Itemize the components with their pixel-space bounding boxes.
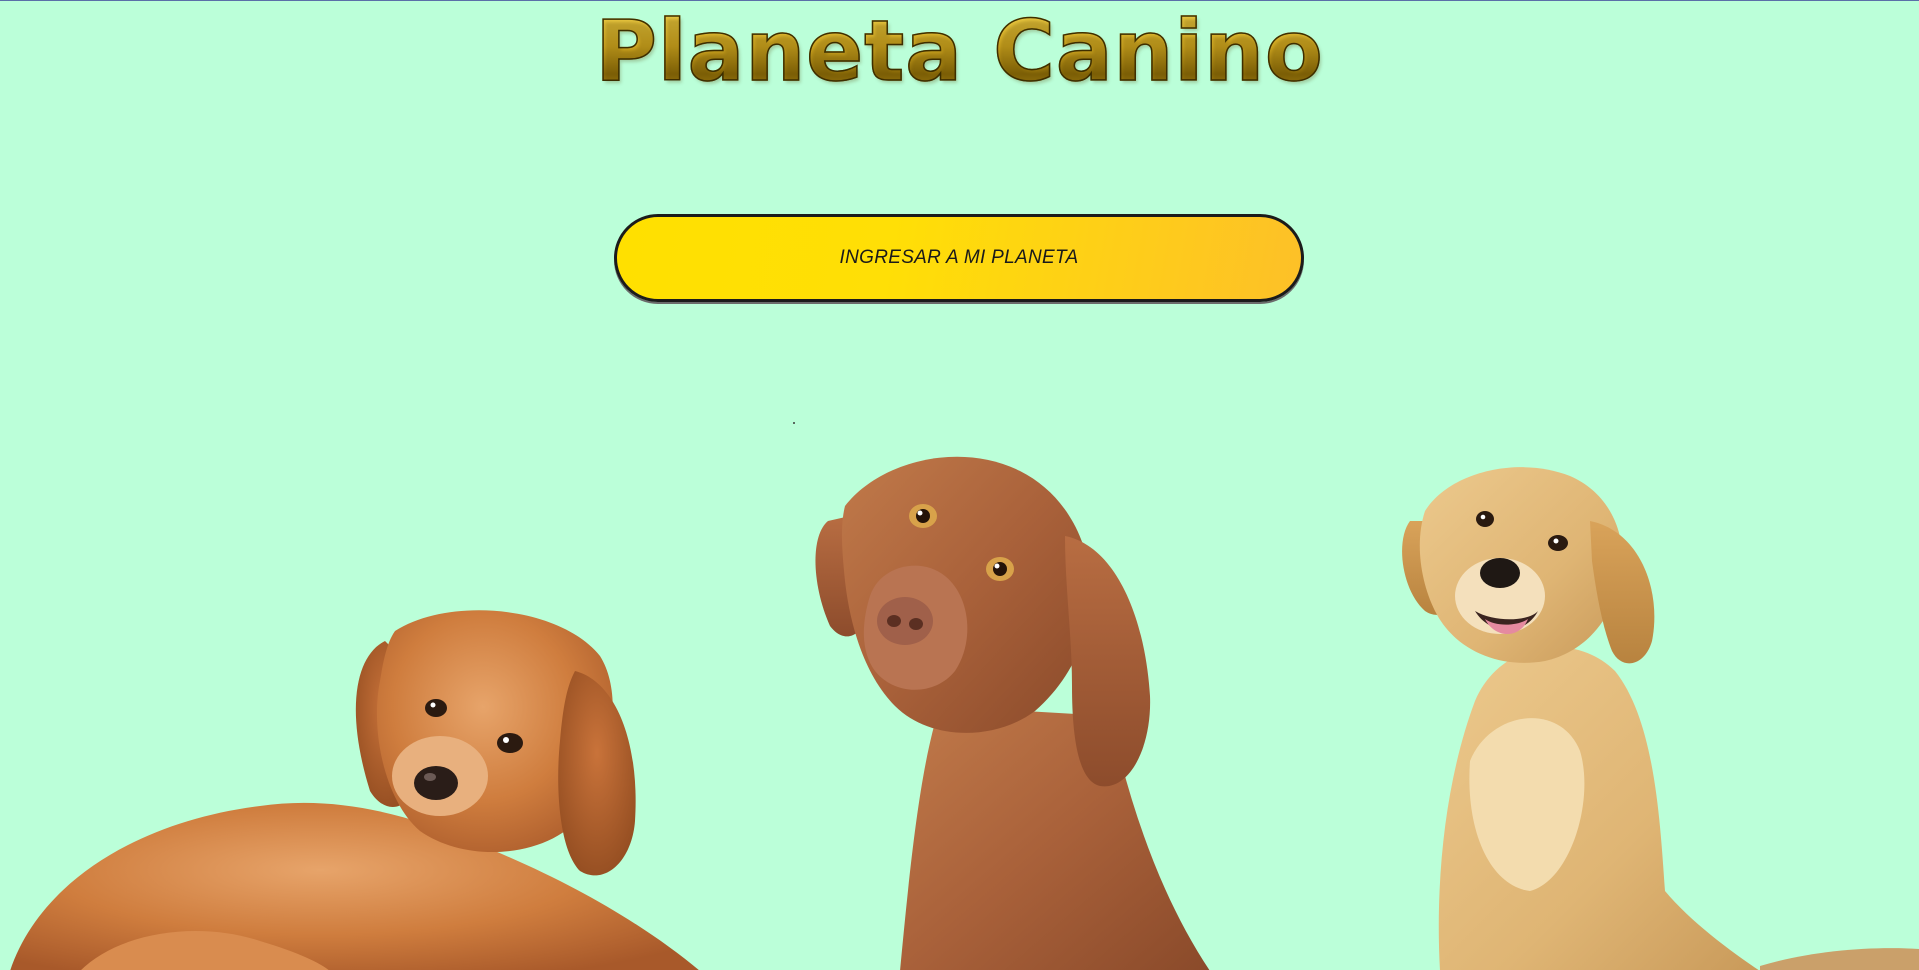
right-dog-image bbox=[1402, 467, 1919, 970]
stray-dot bbox=[793, 422, 795, 424]
enter-planet-button-label: INGRESAR A MI PLANETA bbox=[839, 247, 1079, 268]
header: Planeta Canino bbox=[0, 2, 1919, 100]
left-dog-image bbox=[10, 610, 699, 970]
enter-planet-button[interactable]: INGRESAR A MI PLANETA bbox=[614, 214, 1304, 302]
site-title: Planeta Canino bbox=[595, 2, 1324, 100]
center-dog-image bbox=[815, 456, 1210, 970]
